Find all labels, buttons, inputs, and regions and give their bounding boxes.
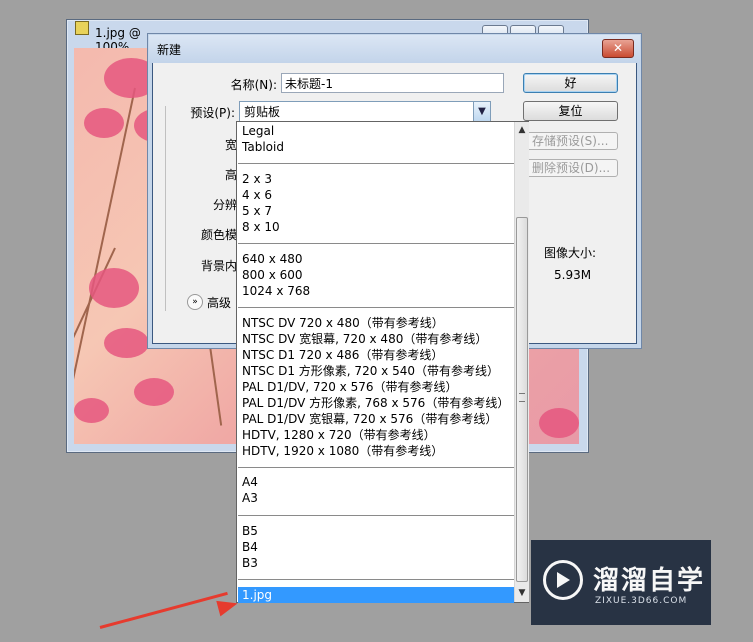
list-item[interactable]: HDTV, 1920 x 1080（带有参考线） (242, 443, 443, 459)
ok-button[interactable]: 好 (523, 73, 618, 93)
expand-icon[interactable]: » (187, 294, 203, 310)
list-item[interactable]: Legal (242, 123, 274, 139)
color-mode-label: 颜色模 (200, 228, 237, 242)
list-item[interactable]: Tabloid (242, 139, 284, 155)
separator (238, 307, 514, 308)
selected-item-label: 1.jpg (242, 588, 273, 602)
name-label: 名称(N): (230, 78, 277, 92)
play-icon (557, 572, 570, 588)
list-item[interactable]: B5 (242, 523, 258, 539)
list-item[interactable]: B4 (242, 539, 258, 555)
preset-select[interactable]: 剪贴板 (239, 101, 491, 123)
list-item[interactable]: 640 x 480 (242, 251, 303, 267)
list-item[interactable]: PAL D1/DV 方形像素, 768 x 576（带有参考线） (242, 395, 509, 411)
reset-button[interactable]: 复位 (523, 101, 618, 121)
list-item[interactable]: 2 x 3 (242, 171, 272, 187)
list-item[interactable]: 8 x 10 (242, 219, 280, 235)
list-item[interactable]: NTSC D1 720 x 486（带有参考线） (242, 347, 443, 363)
list-item[interactable]: NTSC DV 宽银幕, 720 x 480（带有参考线） (242, 331, 487, 347)
preset-value: 剪贴板 (244, 105, 281, 119)
watermark-subtitle: ZIXUE.3D66.COM (595, 596, 688, 606)
list-item[interactable]: HDTV, 1280 x 720（带有参考线） (242, 427, 436, 443)
grip-icon (519, 393, 525, 402)
separator (238, 467, 514, 468)
width-label: 宽 (224, 138, 237, 152)
list-item[interactable]: 4 x 6 (242, 187, 272, 203)
preset-group-border (165, 106, 168, 311)
selected-list-item[interactable]: 1.jpg (238, 587, 514, 603)
resolution-label: 分辨 (212, 198, 237, 212)
image-file-icon (75, 21, 89, 35)
list-item[interactable]: 5 x 7 (242, 203, 272, 219)
list-item[interactable]: NTSC D1 方形像素, 720 x 540（带有参考线） (242, 363, 499, 379)
scrollbar[interactable]: ▲ ▼ (514, 122, 529, 602)
delete-preset-button[interactable]: 删除预设(D)... (523, 159, 618, 177)
scrollbar-thumb[interactable] (516, 217, 528, 582)
chevron-down-icon[interactable]: ▼ (473, 102, 490, 122)
save-preset-button[interactable]: 存储预设(S)... (523, 132, 618, 150)
image-size-label: 图像大小: (544, 246, 597, 260)
scroll-up-icon[interactable]: ▲ (515, 123, 529, 137)
preset-label: 预设(P): (190, 106, 235, 120)
list-item[interactable]: A3 (242, 490, 258, 506)
background-label: 背景内 (200, 259, 237, 273)
annotation-arrow-icon (216, 595, 240, 617)
watermark-logo: 溜溜自学 ZIXUE.3D66.COM (531, 540, 711, 625)
list-item[interactable]: PAL D1/DV, 720 x 576（带有参考线） (242, 379, 458, 395)
scroll-down-icon[interactable]: ▼ (515, 586, 529, 600)
image-size-value: 5.93M (554, 268, 592, 282)
list-item[interactable]: B3 (242, 555, 258, 571)
watermark-title: 溜溜自学 (593, 566, 706, 596)
preset-dropdown-list[interactable]: Legal Tabloid 2 x 3 4 x 6 5 x 7 8 x 10 6… (236, 121, 529, 603)
separator (238, 579, 514, 580)
dialog-titlebar[interactable]: 新建 ✕ (149, 35, 640, 63)
close-icon[interactable]: ✕ (602, 39, 634, 58)
annotation-arrow-line (99, 591, 228, 629)
name-field[interactable]: 未标题-1 (281, 73, 504, 93)
separator (238, 163, 514, 164)
height-label: 高 (224, 168, 237, 182)
list-item[interactable]: PAL D1/DV 宽银幕, 720 x 576（带有参考线） (242, 411, 497, 427)
list-item[interactable]: A4 (242, 474, 258, 490)
separator (238, 515, 514, 516)
list-item[interactable]: 1024 x 768 (242, 283, 310, 299)
separator (238, 243, 514, 244)
advanced-label[interactable]: 高级 (207, 294, 231, 311)
dialog-title: 新建 (157, 43, 182, 57)
list-item[interactable]: 800 x 600 (242, 267, 303, 283)
list-item[interactable]: NTSC DV 720 x 480（带有参考线） (242, 315, 444, 331)
